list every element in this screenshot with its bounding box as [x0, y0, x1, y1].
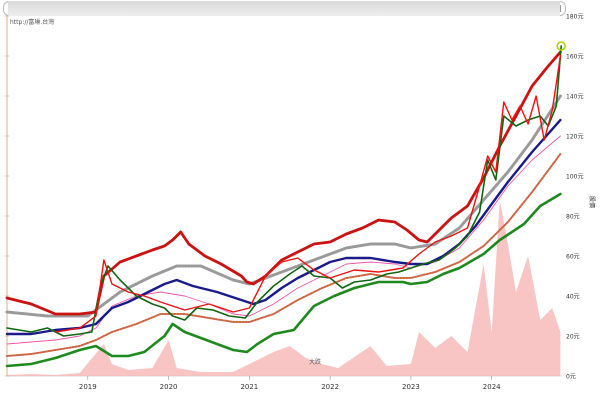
y-tick-label: 80元	[566, 214, 580, 221]
y-axis-label: 股價	[588, 196, 596, 208]
source-label: http://富琳.台灣	[10, 18, 54, 26]
x-tick-label: 2024	[483, 383, 501, 391]
x-tick-label: 2023	[402, 383, 420, 391]
x-axis: 2019 2020 2021 2022 2023 2024	[79, 376, 501, 391]
x-tick-label: 2022	[321, 383, 339, 391]
y-tick-label: 120元	[566, 134, 583, 141]
y-tick-label: 40元	[566, 294, 580, 301]
x-tick-label: 2021	[240, 383, 258, 391]
plot-area	[5, 41, 567, 376]
y-tick-label: 0元	[566, 374, 576, 381]
y-tick-label: 60元	[566, 254, 580, 261]
line-chart: http://富琳.台灣 大跌 2019 2020 2021 2022 2023 2024…	[5, 1, 596, 391]
upper-band-line	[5, 50, 562, 316]
y-tick-label: 100元	[566, 174, 583, 181]
annotation-label: 大跌	[309, 358, 321, 366]
x-tick-label: 2019	[79, 383, 97, 391]
y-tick-label: 20元	[566, 334, 580, 341]
chart-container: http://富琳.台灣 大跌 2019 2020 2021 2022 2023 2024…	[0, 0, 600, 400]
y-tick-label: 160元	[566, 54, 583, 61]
gray-band-line	[5, 94, 562, 318]
range-navigator[interactable]	[8, 1, 560, 16]
y-tick-label: 180元	[566, 14, 583, 21]
y-tick-label: 140元	[566, 94, 583, 101]
x-tick-label: 2020	[160, 383, 178, 391]
